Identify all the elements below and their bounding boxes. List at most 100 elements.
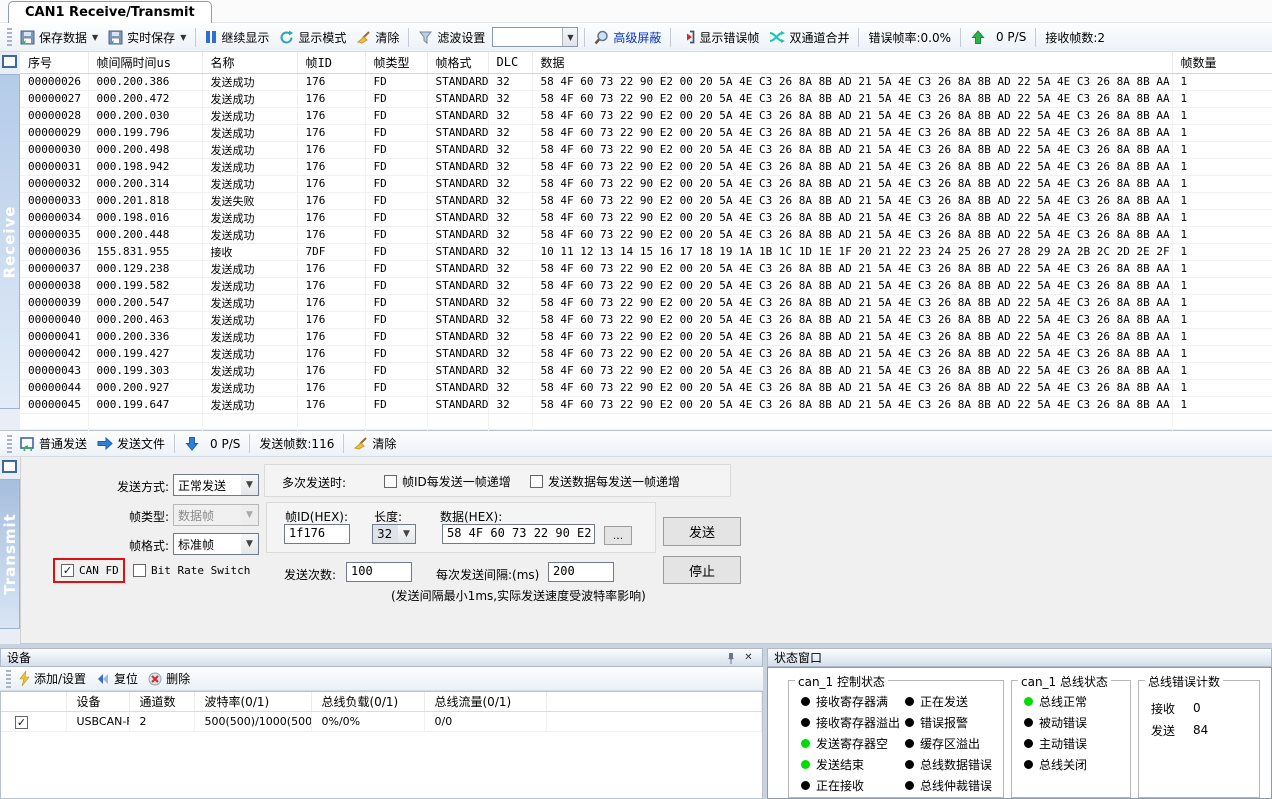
- rx-table-row[interactable]: 00000036155.831.955接收7DFFDSTANDARD3210 1…: [20, 243, 1272, 260]
- realtime-save-button[interactable]: 实时保存 ▼: [103, 27, 191, 48]
- rx-table-row[interactable]: 00000032000.200.314发送成功176FDSTANDARD3258…: [20, 175, 1272, 192]
- rx-table-row[interactable]: 00000037000.129.238发送成功176FDSTANDARD3258…: [20, 260, 1272, 277]
- frame-id-input[interactable]: 1f176: [284, 524, 350, 544]
- rx-table-row[interactable]: 00000043000.199.303发送成功176FDSTANDARD3258…: [20, 362, 1272, 379]
- toolbar-grip[interactable]: [7, 435, 12, 453]
- clear-receive-button[interactable]: 清除: [351, 27, 404, 48]
- rx-cell: 00000036: [20, 243, 88, 260]
- device-column-header[interactable]: 总线负载(0/1): [311, 692, 424, 711]
- tab-can1-receive-transmit[interactable]: CAN1 Receive/Transmit: [8, 1, 212, 23]
- tab-transmit[interactable]: Transmit: [0, 479, 20, 629]
- inc-data-checkbox[interactable]: 发送数据每发送一帧递增: [530, 473, 680, 490]
- more-data-button[interactable]: ...: [604, 526, 632, 545]
- rx-table-row[interactable]: 00000030000.200.498发送成功176FDSTANDARD3258…: [20, 141, 1272, 158]
- led-indicator: [1024, 760, 1033, 769]
- status-led-item: 总线仲裁错误: [905, 775, 992, 796]
- rx-cell: STANDARD: [427, 175, 488, 192]
- rx-column-header[interactable]: 数据: [532, 52, 1172, 73]
- tab-receive[interactable]: Receive: [0, 74, 20, 409]
- receive-toolbar: 保存数据 ▼ 实时保存 ▼ 继续显示 显示模式 清除 滤波设置 ▼: [0, 23, 1272, 52]
- stop-button[interactable]: 停止: [663, 556, 741, 584]
- rx-column-header[interactable]: 名称: [202, 52, 297, 73]
- toolbar-grip[interactable]: [6, 670, 11, 688]
- rx-cell-empty: [365, 413, 427, 429]
- rx-column-header[interactable]: 帧格式: [427, 52, 488, 73]
- rx-table-row[interactable]: 00000026000.200.386发送成功176FDSTANDARD3258…: [20, 73, 1272, 90]
- transmit-tab-label: Transmit: [1, 513, 19, 595]
- rx-table-row[interactable]: 00000045000.199.647发送成功176FDSTANDARD3258…: [20, 396, 1272, 413]
- filter-preset-combobox[interactable]: ▼: [492, 27, 578, 47]
- frame-type-select[interactable]: 数据帧▼: [173, 504, 259, 526]
- device-checkbox-cell[interactable]: ✓: [1, 711, 66, 731]
- chevron-down-icon: ▼: [398, 525, 415, 543]
- rx-table-row[interactable]: 00000038000.199.582发送成功176FDSTANDARD3258…: [20, 277, 1272, 294]
- device-column-header[interactable]: 通道数: [129, 692, 194, 711]
- rx-cell: FD: [365, 192, 427, 209]
- device-column-header[interactable]: 设备: [66, 692, 129, 711]
- rx-table-row[interactable]: 00000031000.198.942发送成功176FDSTANDARD3258…: [20, 158, 1272, 175]
- combo-dropdown-button[interactable]: ▼: [562, 28, 577, 46]
- device-column-header[interactable]: 总线流量(0/1): [424, 692, 546, 711]
- led-indicator: [905, 718, 914, 727]
- inc-frame-id-checkbox[interactable]: 帧ID每发送一帧递增: [384, 473, 511, 490]
- send-count-input[interactable]: 100: [346, 562, 412, 582]
- send-mode-select[interactable]: 正常发送▼: [173, 474, 259, 496]
- rx-cell: 000.201.818: [88, 192, 202, 209]
- filter-settings-button[interactable]: 滤波设置: [413, 27, 490, 48]
- toolbar-grip[interactable]: [7, 28, 12, 46]
- rx-table-row[interactable]: 00000027000.200.472发送成功176FDSTANDARD3258…: [20, 90, 1272, 107]
- show-error-frames-button[interactable]: 显示错误帧: [675, 27, 764, 48]
- close-icon[interactable]: ✕: [741, 651, 756, 665]
- rx-table-row[interactable]: 00000042000.199.427发送成功176FDSTANDARD3258…: [20, 345, 1272, 362]
- rx-table-row[interactable]: 00000040000.200.463发送成功176FDSTANDARD3258…: [20, 311, 1272, 328]
- rx-column-header[interactable]: DLC: [488, 52, 532, 73]
- send-file-button[interactable]: 发送文件: [92, 433, 170, 454]
- display-mode-button[interactable]: 显示模式: [274, 27, 351, 48]
- rx-table-row[interactable]: 00000028000.200.030发送成功176FDSTANDARD3258…: [20, 107, 1272, 124]
- send-interval-input[interactable]: 200: [548, 562, 614, 582]
- rx-column-header[interactable]: 帧间隔时间us: [88, 52, 202, 73]
- rx-table-row[interactable]: 00000033000.201.818发送失败176FDSTANDARD3258…: [20, 192, 1272, 209]
- add-device-button[interactable]: 添加/设置: [14, 668, 91, 689]
- device-row[interactable]: ✓USBCAN-FD2500(500)/1000(5000)0%/0%0/0: [1, 711, 762, 731]
- save-data-button[interactable]: 保存数据 ▼: [15, 27, 103, 48]
- can-fd-checkbox[interactable]: ✓ CAN FD: [61, 564, 119, 577]
- advanced-mask-button[interactable]: 高级屏蔽: [589, 27, 666, 48]
- normal-send-button[interactable]: 普通发送: [15, 433, 92, 454]
- pin-icon[interactable]: [723, 651, 738, 665]
- checkbox-unchecked[interactable]: [384, 475, 397, 488]
- clear-transmit-button[interactable]: 清除: [348, 433, 401, 454]
- rx-column-header[interactable]: 帧ID: [297, 52, 365, 73]
- dual-channel-merge-button[interactable]: 双通道合并: [764, 27, 854, 48]
- rx-table-row[interactable]: 00000029000.199.796发送成功176FDSTANDARD3258…: [20, 124, 1272, 141]
- continue-display-button[interactable]: 继续显示: [200, 27, 274, 48]
- save-data-dropdown-arrow[interactable]: ▼: [92, 33, 98, 42]
- bit-rate-switch-checkbox[interactable]: Bit Rate Switch: [133, 564, 250, 577]
- bus-status-title: can_1 总线状态: [1018, 673, 1111, 690]
- rx-table-row[interactable]: 00000035000.200.448发送成功176FDSTANDARD3258…: [20, 226, 1272, 243]
- send-button[interactable]: 发送: [663, 517, 741, 546]
- length-select[interactable]: 32▼: [372, 524, 416, 544]
- frame-format-select[interactable]: 标准帧▼: [173, 533, 259, 555]
- rx-table-row[interactable]: 00000034000.198.016发送成功176FDSTANDARD3258…: [20, 209, 1272, 226]
- checkbox-unchecked[interactable]: [530, 475, 543, 488]
- checkbox-checked[interactable]: ✓: [61, 564, 74, 577]
- rx-column-header[interactable]: 帧数量: [1172, 52, 1272, 73]
- rx-table-row[interactable]: 00000039000.200.547发送成功176FDSTANDARD3258…: [20, 294, 1272, 311]
- rx-cell: FD: [365, 277, 427, 294]
- rx-cell: 176: [297, 107, 365, 124]
- rx-cell: 32: [488, 192, 532, 209]
- rx-table-row[interactable]: 00000044000.200.927发送成功176FDSTANDARD3258…: [20, 379, 1272, 396]
- send-file-label: 发送文件: [117, 435, 165, 452]
- rx-column-header[interactable]: 帧类型: [365, 52, 427, 73]
- device-column-header[interactable]: 波特率(0/1): [194, 692, 311, 711]
- rx-table-row[interactable]: 00000041000.200.336发送成功176FDSTANDARD3258…: [20, 328, 1272, 345]
- reset-device-button[interactable]: 复位: [91, 668, 143, 689]
- data-hex-input[interactable]: 58 4F 60 73 22 90 E2 00 2: [442, 524, 595, 544]
- rx-column-header[interactable]: 序号: [20, 52, 88, 73]
- device-checkbox[interactable]: ✓: [15, 716, 28, 729]
- realtime-save-dropdown-arrow[interactable]: ▼: [180, 33, 186, 42]
- delete-device-button[interactable]: 删除: [143, 668, 195, 689]
- status-led-label: 错误报警: [920, 714, 968, 731]
- checkbox-unchecked[interactable]: [133, 564, 146, 577]
